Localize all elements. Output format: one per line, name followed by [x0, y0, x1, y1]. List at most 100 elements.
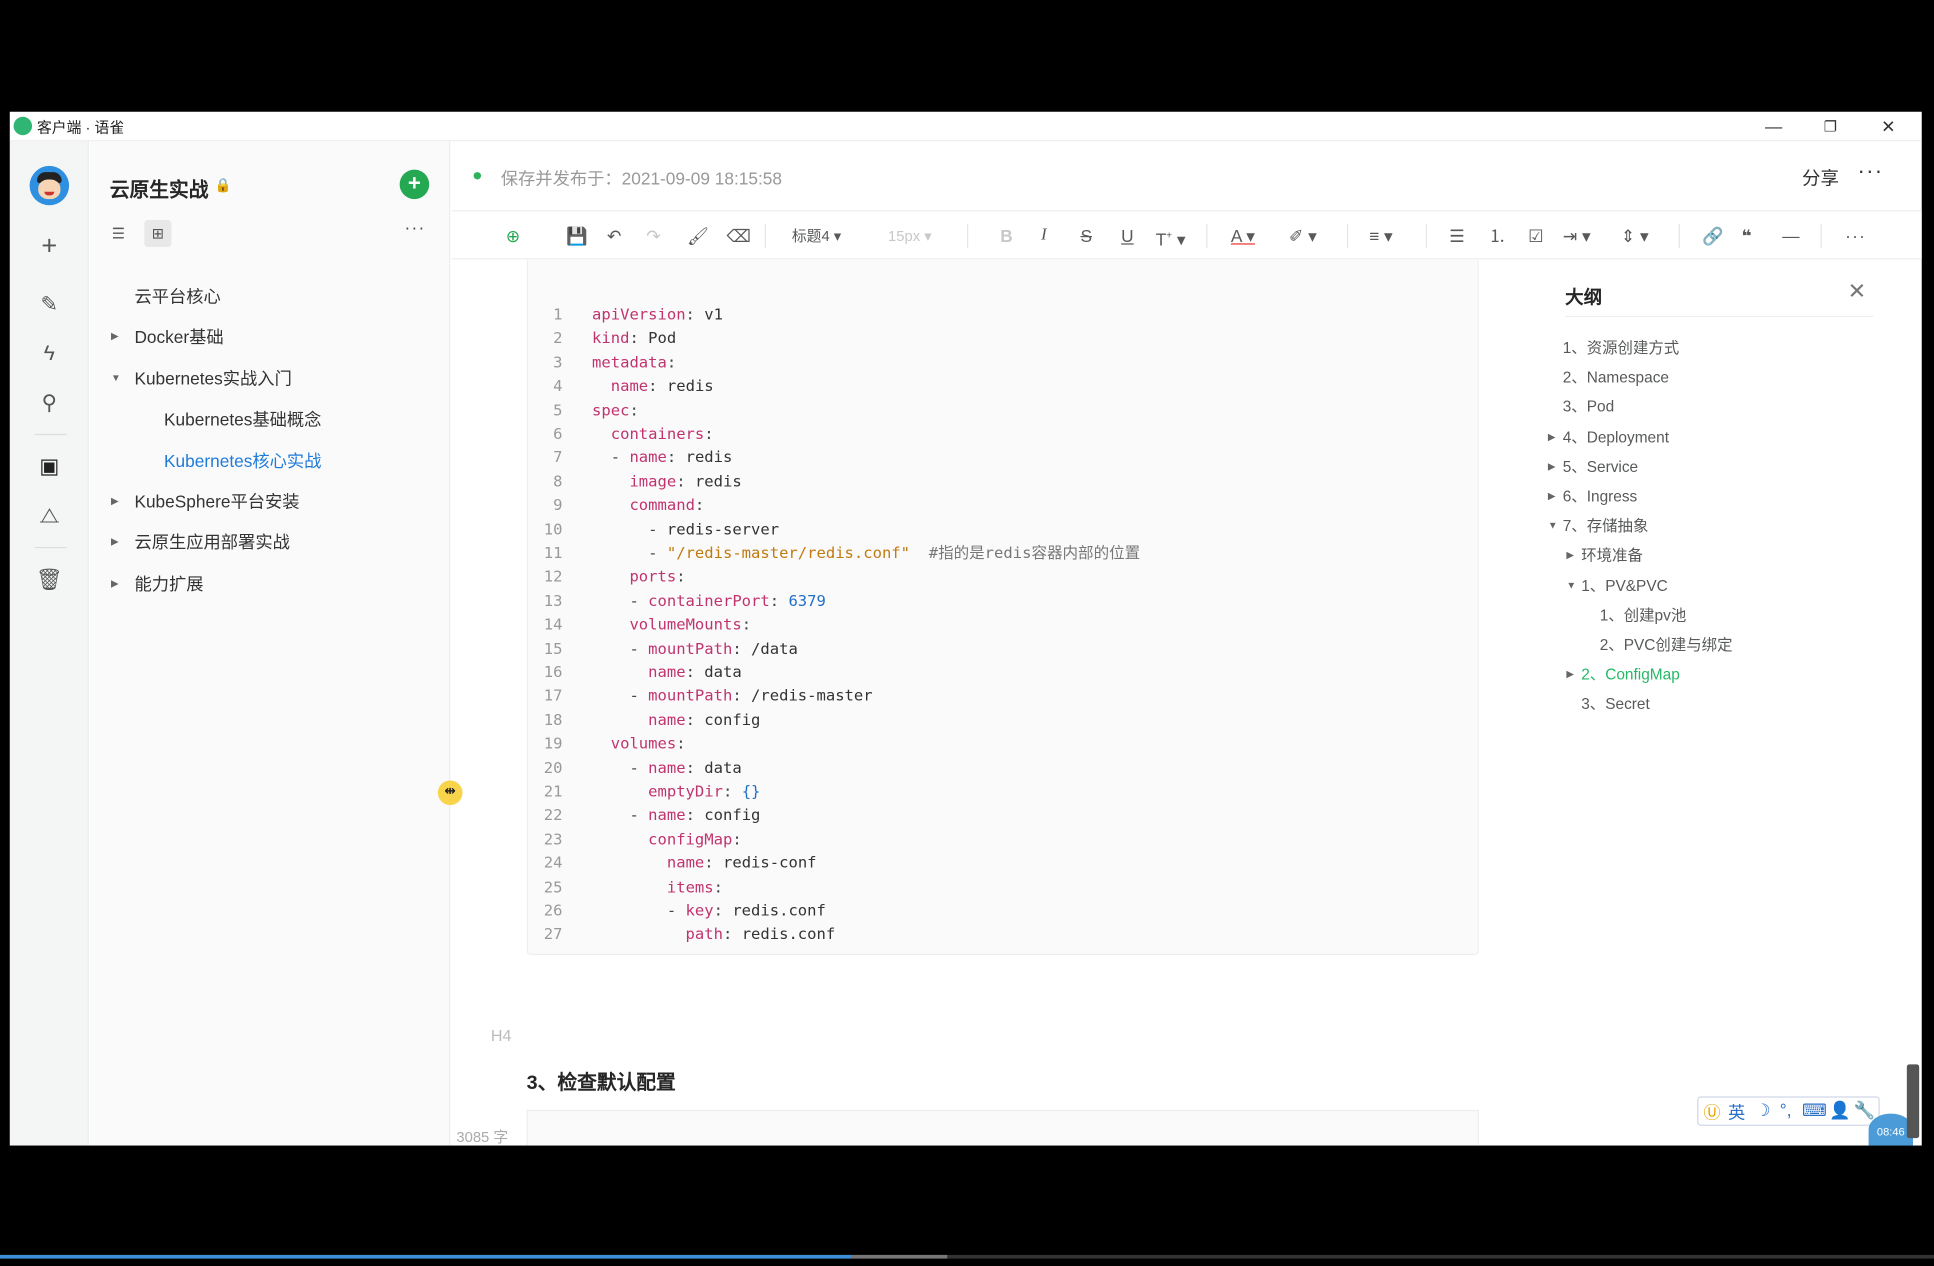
- add-doc-button[interactable]: +: [399, 169, 430, 200]
- undo-icon[interactable]: ↶: [607, 222, 621, 249]
- code-block[interactable]: 1 apiVersion: v1 2 kind: Pod 3 metadata: 4 nam…: [526, 259, 1479, 956]
- sidebar-tree-item[interactable]: ▼ Kubernetes实战入门: [90, 360, 448, 397]
- team-icon[interactable]: ⧍: [31, 498, 68, 535]
- sidebar-tree-item[interactable]: ▶ 云原生应用部署实战: [90, 524, 448, 561]
- more-icon[interactable]: ···: [1858, 159, 1884, 185]
- resize-cursor-icon[interactable]: ⇹: [437, 780, 463, 806]
- outline-item[interactable]: ▶ 2、ConfigMap: [1566, 660, 1876, 689]
- knowledge-book-icon[interactable]: ▣: [31, 449, 68, 486]
- close-icon[interactable]: ✕: [1860, 112, 1917, 141]
- link-icon[interactable]: 🔗: [1702, 222, 1724, 249]
- code-token: image: [629, 471, 677, 491]
- outline-item[interactable]: 2、PVC创建与绑定: [1598, 631, 1894, 660]
- ordered-list-icon[interactable]: ⒈: [1489, 222, 1506, 249]
- sidebar-tree-item[interactable]: ▶ KubeSphere平台安装: [90, 483, 448, 520]
- outline-item[interactable]: 3、Pod: [1561, 393, 1857, 422]
- align-icon[interactable]: ≡ ▾: [1369, 222, 1393, 249]
- heading-select[interactable]: 标题4 ▾: [792, 222, 841, 249]
- caret-right-icon[interactable]: ▶: [1548, 422, 1556, 451]
- restore-icon[interactable]: ❐: [1802, 112, 1859, 141]
- toolbar-more-icon[interactable]: ···: [1845, 222, 1866, 249]
- trash-icon[interactable]: 🗑: [31, 562, 68, 599]
- outline-item[interactable]: 1、创建pv池: [1598, 601, 1894, 630]
- superscript-icon[interactable]: T+ ▾: [1156, 222, 1186, 249]
- video-progress-bar[interactable]: [0, 1254, 1934, 1259]
- caret-right-icon[interactable]: ▶: [111, 483, 119, 520]
- user-icon[interactable]: 👤: [1829, 1100, 1851, 1121]
- window-title: 客户端 · 语雀: [37, 119, 125, 137]
- outline-item[interactable]: 2、Namespace: [1561, 363, 1857, 392]
- lightning-icon[interactable]: ϟ: [31, 336, 68, 373]
- code-token: :: [694, 495, 705, 514]
- outline-item[interactable]: 3、Secret: [1580, 690, 1876, 719]
- redo-icon[interactable]: ↷: [646, 222, 660, 249]
- sidebar-tree-item[interactable]: 云平台核心: [90, 278, 448, 315]
- caret-right-icon[interactable]: ▶: [1548, 452, 1556, 481]
- insert-block-icon[interactable]: ⊕: [506, 222, 520, 249]
- highlight-icon[interactable]: ✐ ▾: [1289, 222, 1317, 249]
- underline-icon[interactable]: U: [1121, 222, 1133, 249]
- pen-icon[interactable]: ✎: [31, 286, 68, 323]
- sidebar-tree-item[interactable]: ▶ Docker基础: [90, 319, 448, 356]
- caret-right-icon[interactable]: ▶: [111, 319, 119, 356]
- line-height-icon[interactable]: ⇕ ▾: [1621, 222, 1649, 249]
- caret-right-icon[interactable]: ▶: [111, 524, 119, 561]
- quote-icon[interactable]: ❝: [1742, 222, 1752, 249]
- tree-view-icon[interactable]: ⊞: [144, 220, 172, 248]
- scrollbar-thumb[interactable]: [1906, 1064, 1920, 1139]
- format-painter-icon[interactable]: 🖌: [687, 222, 709, 249]
- video-progress-fill: [0, 1254, 851, 1259]
- code-token: :: [741, 614, 752, 634]
- outline-item[interactable]: ▶ 4、Deployment: [1548, 422, 1857, 451]
- outline-item[interactable]: ▼ 7、存储抽象: [1548, 512, 1857, 541]
- minimize-icon[interactable]: —: [1745, 112, 1802, 141]
- indent-icon[interactable]: ⇥ ▾: [1563, 222, 1591, 249]
- avatar[interactable]: [29, 165, 70, 206]
- punctuation-icon[interactable]: °,: [1780, 1100, 1792, 1120]
- new-plus-icon[interactable]: +: [31, 227, 68, 264]
- sidebar-tree-item[interactable]: Kubernetes基础概念: [90, 401, 448, 438]
- book-title[interactable]: 云原生实战: [110, 173, 209, 202]
- sidebar-tree-item[interactable]: ▶ 能力扩展: [90, 565, 448, 602]
- caret-down-icon[interactable]: ▼: [1566, 571, 1576, 600]
- code-text: items:: [592, 875, 723, 899]
- code-token: mountPath: [648, 638, 733, 658]
- sidebar-tree-item[interactable]: Kubernetes核心实战: [90, 442, 448, 479]
- clear-format-icon[interactable]: ⌫: [726, 222, 750, 249]
- task-list-icon[interactable]: ☑: [1528, 222, 1543, 249]
- caret-right-icon[interactable]: ▶: [1566, 660, 1574, 689]
- keyboard-icon[interactable]: ⌨: [1802, 1100, 1827, 1121]
- strikethrough-icon[interactable]: S: [1080, 222, 1092, 249]
- list-view-icon[interactable]: ☰: [105, 220, 132, 247]
- outline-item[interactable]: ▶ 5、Service: [1548, 452, 1857, 481]
- caret-down-icon[interactable]: ▼: [1548, 512, 1558, 541]
- font-size-select[interactable]: 15px ▾: [888, 222, 932, 249]
- bullet-list-icon[interactable]: ☰: [1449, 222, 1464, 249]
- next-code-block[interactable]: [526, 1109, 1479, 1146]
- search-icon[interactable]: ⚲: [31, 385, 68, 422]
- divider-line-icon[interactable]: —: [1782, 222, 1799, 249]
- share-button[interactable]: 分享: [1802, 165, 1839, 191]
- ime-logo-icon[interactable]: Ⓤ: [1703, 1100, 1720, 1125]
- font-color-icon[interactable]: A ▾: [1231, 222, 1255, 249]
- outline-item[interactable]: ▼ 1、PV&PVC: [1566, 571, 1876, 600]
- wrench-icon[interactable]: 🔧: [1854, 1100, 1876, 1121]
- ime-lang[interactable]: 英: [1728, 1100, 1745, 1125]
- outline-item[interactable]: ▶ 6、Ingress: [1548, 482, 1857, 511]
- caret-right-icon[interactable]: ▶: [111, 565, 119, 602]
- caret-right-icon[interactable]: ▶: [1566, 541, 1574, 570]
- caret-down-icon[interactable]: ▼: [111, 360, 121, 397]
- section-heading[interactable]: 3、检查默认配置: [527, 1066, 676, 1095]
- bold-icon[interactable]: B: [1000, 222, 1012, 249]
- caret-right-icon[interactable]: ▶: [1548, 482, 1556, 511]
- outline-item[interactable]: 1、资源创建方式: [1561, 333, 1857, 362]
- moon-icon[interactable]: ☽: [1755, 1100, 1770, 1121]
- save-icon[interactable]: 💾: [566, 222, 588, 249]
- close-icon[interactable]: ✕: [1848, 279, 1867, 305]
- outline-item[interactable]: ▶ 环境准备: [1566, 541, 1876, 570]
- italic-icon[interactable]: I: [1041, 222, 1047, 249]
- more-icon[interactable]: ···: [405, 218, 426, 238]
